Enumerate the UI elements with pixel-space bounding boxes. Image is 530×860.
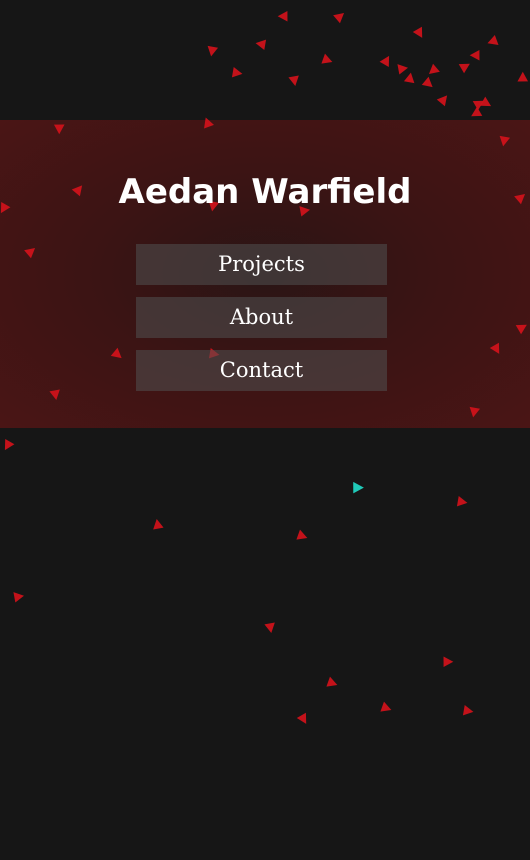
particle [231, 66, 243, 78]
particle [471, 106, 483, 117]
particle [458, 63, 470, 74]
particle [296, 529, 308, 540]
page-title: Aedan Warfield [118, 172, 412, 212]
particle [436, 95, 448, 107]
contact-button[interactable]: Contact [136, 350, 387, 391]
particle [487, 35, 499, 45]
particle [379, 55, 390, 67]
particle [333, 13, 345, 24]
particle [288, 75, 299, 86]
particle [517, 71, 529, 82]
particle [13, 592, 24, 603]
particle-accent [353, 481, 364, 494]
particle [421, 76, 433, 88]
particle [326, 676, 338, 687]
particle [255, 39, 267, 51]
particle [456, 495, 468, 507]
particle [153, 519, 164, 530]
particle [277, 10, 288, 22]
particle [380, 701, 392, 712]
page-root: Aedan Warfield Projects About Contact [0, 0, 530, 860]
about-button[interactable]: About [136, 297, 387, 338]
particle [403, 72, 415, 84]
particle [428, 63, 440, 74]
particle [207, 45, 219, 57]
particle [462, 704, 474, 716]
particle [4, 439, 15, 451]
particle [412, 26, 423, 38]
projects-button[interactable]: Projects [136, 244, 387, 285]
particle [321, 53, 333, 64]
particle [469, 49, 480, 61]
particle [264, 622, 275, 633]
particle [397, 64, 408, 75]
hero: Aedan Warfield Projects About Contact [0, 120, 530, 428]
particle [296, 712, 307, 724]
particle [443, 656, 454, 668]
